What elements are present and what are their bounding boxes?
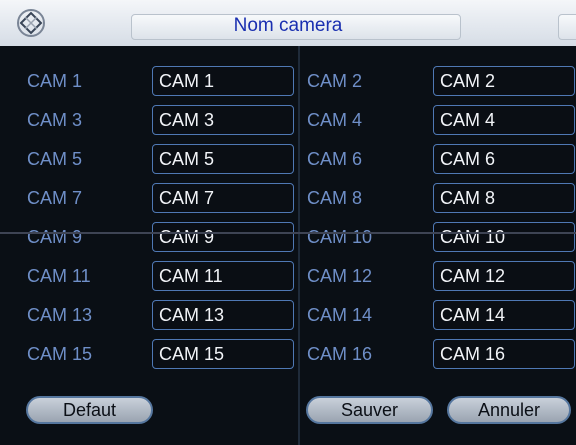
camera-label: CAM 2 [307, 71, 363, 91]
camera-name-field[interactable]: CAM 16 [433, 339, 575, 369]
camera-label: CAM 9 [27, 227, 83, 247]
camera-name-field[interactable]: CAM 11 [152, 261, 294, 291]
camera-name-field[interactable]: CAM 13 [152, 300, 294, 330]
save-button[interactable]: Sauver [306, 396, 433, 424]
camera-label: CAM 4 [307, 110, 363, 130]
camera-name-field[interactable]: CAM 8 [433, 183, 575, 213]
camera-label: CAM 14 [307, 305, 373, 325]
title-bar: Nom camera [0, 0, 576, 46]
camera-label: CAM 15 [27, 344, 93, 364]
camera-name-field[interactable]: CAM 3 [152, 105, 294, 135]
default-button[interactable]: Defaut [26, 396, 153, 424]
camera-label: CAM 7 [27, 188, 83, 208]
camera-label: CAM 6 [307, 149, 363, 169]
camera-label: CAM 10 [307, 227, 373, 247]
column-divider [298, 46, 300, 445]
camera-name-field[interactable]: CAM 2 [433, 66, 575, 96]
window-title: Nom camera [233, 15, 343, 36]
camera-name-window: Nom camera CAM 1 CAM 1 CAM 2 CAM 2 CAM 3 CAM … [0, 0, 576, 445]
camera-name-field[interactable]: CAM 15 [152, 339, 294, 369]
camera-name-field[interactable]: CAM 7 [152, 183, 294, 213]
camera-name-field[interactable]: CAM 4 [433, 105, 575, 135]
title-pill-right [558, 14, 576, 40]
camera-name-field[interactable]: CAM 1 [152, 66, 294, 96]
camera-label: CAM 11 [27, 266, 91, 286]
camera-label: CAM 16 [307, 344, 373, 364]
camera-label: CAM 12 [307, 266, 373, 286]
camera-name-field[interactable]: CAM 9 [152, 222, 294, 252]
camera-name-field[interactable]: CAM 6 [433, 144, 575, 174]
camera-label: CAM 5 [27, 149, 83, 169]
camera-name-field[interactable]: CAM 12 [433, 261, 575, 291]
camera-label: CAM 1 [27, 71, 83, 91]
camera-label: CAM 8 [307, 188, 363, 208]
camera-name-field[interactable]: CAM 10 [433, 222, 575, 252]
camera-name-field[interactable]: CAM 5 [152, 144, 294, 174]
camera-label: CAM 13 [27, 305, 93, 325]
cancel-button[interactable]: Annuler [447, 396, 571, 424]
horizontal-divider [0, 232, 576, 234]
camera-label: CAM 3 [27, 110, 83, 130]
camera-name-field[interactable]: CAM 14 [433, 300, 575, 330]
